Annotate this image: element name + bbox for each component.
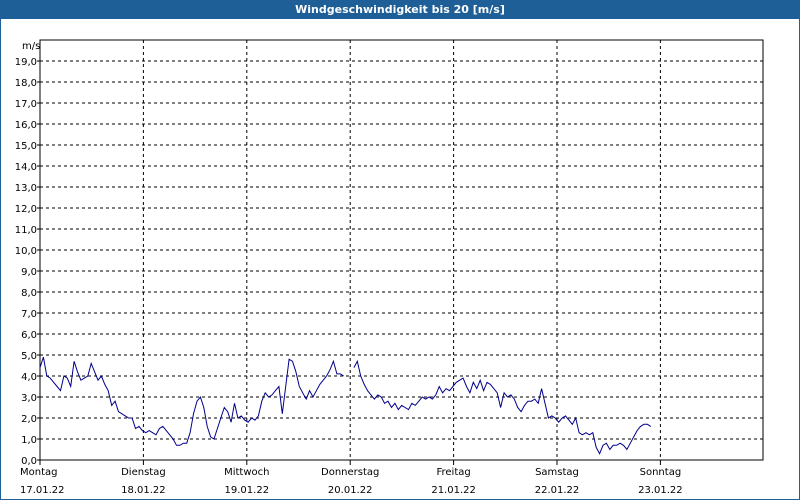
y-tick-label: 10,0 (15, 246, 37, 257)
x-tick-day: Samstag (535, 467, 579, 478)
x-tick-day: Freitag (436, 467, 470, 478)
y-tick-label: 2,0 (21, 414, 37, 425)
x-tick-date: 18.01.22 (121, 485, 166, 496)
y-tick-label: 3,0 (21, 393, 37, 404)
y-tick-label: 9,0 (21, 267, 37, 278)
x-tick-labels: Montag 17.01.22 Dienstag 18.01.22 Mittwoch 19… (20, 460, 683, 496)
x-tick-day: Donnerstag (321, 467, 379, 478)
y-tick-label: 15,0 (15, 141, 37, 152)
y-tick-label: 4,0 (21, 372, 37, 383)
x-tick-day: Montag (20, 467, 57, 478)
y-tick-label: 17,0 (15, 99, 37, 110)
x-tick-date: 17.01.22 (20, 485, 65, 496)
y-tick-label: 6,0 (21, 330, 37, 341)
y-tick-label: 14,0 (15, 162, 37, 173)
y-tick-label: 11,0 (15, 225, 37, 236)
y-axis-label: m/s (22, 41, 40, 52)
x-tick-date: 23.01.22 (638, 485, 683, 496)
x-tick-date: 20.01.22 (328, 485, 373, 496)
x-tick-date: 21.01.22 (431, 485, 476, 496)
x-tick-day: Sonntag (640, 467, 682, 478)
wind-speed-chart: m/s 0,0 1,0 2,0 3,0 4,0 5,0 6,0 7,0 8,0 9,0 10,0 11… (15, 39, 764, 496)
y-tick-label: 0,0 (21, 456, 37, 467)
y-tick-labels: 0,0 1,0 2,0 3,0 4,0 5,0 6,0 7,0 8,0 9,0 10,0 11,0 12… (15, 57, 40, 467)
grid (40, 40, 763, 460)
x-tick-day: Mittwoch (224, 467, 269, 478)
y-tick-label: 19,0 (15, 57, 37, 68)
x-tick-date: 19.01.22 (225, 485, 270, 496)
x-tick-date: 22.01.22 (535, 485, 580, 496)
y-tick-label: 12,0 (15, 204, 37, 215)
y-tick-label: 7,0 (21, 309, 37, 320)
y-tick-label: 8,0 (21, 288, 37, 299)
wind-speed-line (39, 356, 344, 446)
y-tick-label: 5,0 (21, 351, 37, 362)
y-tick-label: 18,0 (15, 78, 37, 89)
y-tick-label: 1,0 (21, 435, 37, 446)
x-tick-day: Dienstag (121, 467, 166, 478)
y-tick-label: 16,0 (15, 120, 37, 131)
y-tick-label: 13,0 (15, 183, 37, 194)
wind-speed-line (353, 359, 652, 455)
